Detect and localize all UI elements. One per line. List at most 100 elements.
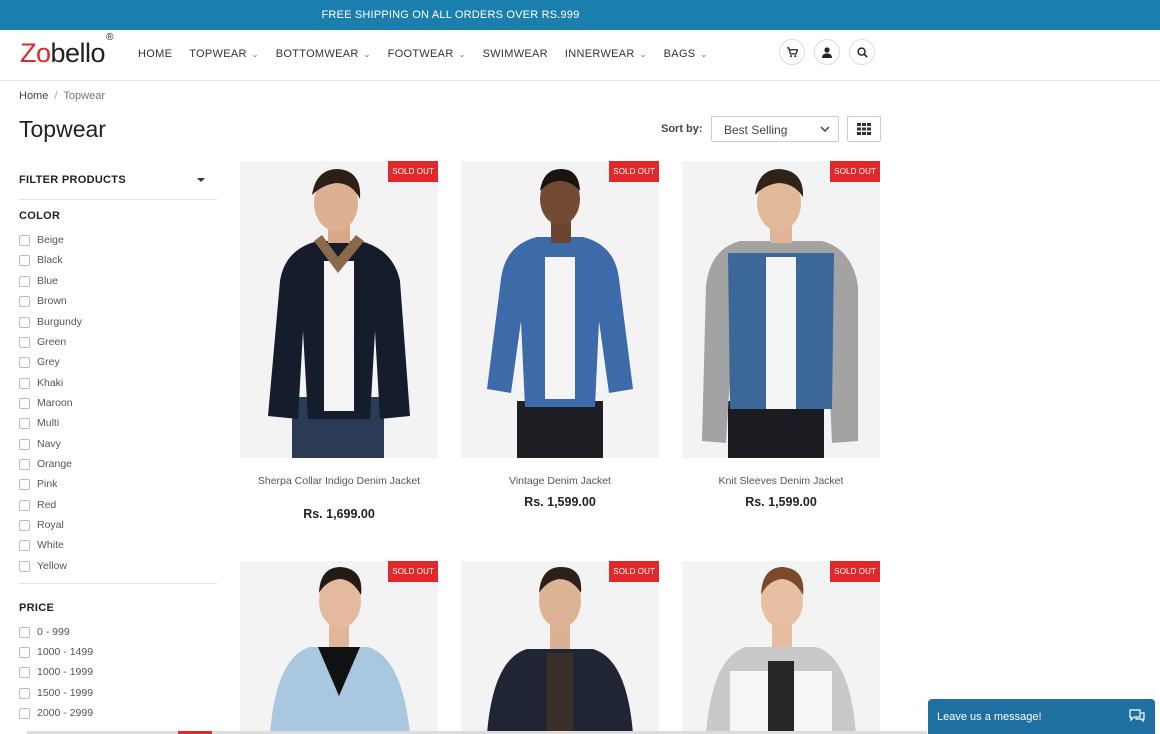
color-option-pink[interactable]: Pink	[19, 477, 57, 491]
divider	[19, 199, 217, 200]
color-filter-title: COLOR	[19, 210, 61, 222]
checkbox[interactable]	[19, 295, 30, 307]
user-icon	[822, 46, 832, 58]
color-option-yellow[interactable]: Yellow	[19, 559, 67, 573]
checkbox[interactable]	[19, 499, 30, 511]
option-label: Royal	[37, 519, 64, 531]
model-photo	[461, 161, 659, 458]
nav-label: INNERWEAR	[564, 48, 635, 60]
color-option-black[interactable]: Black	[19, 253, 63, 267]
checkbox[interactable]	[19, 666, 30, 678]
search-button[interactable]	[849, 39, 875, 65]
price-filter-title: PRICE	[19, 602, 55, 614]
price-option[interactable]: 1000 - 1999	[19, 665, 93, 679]
brand-logo[interactable]: Zobello®	[20, 32, 113, 69]
checkbox[interactable]	[19, 478, 30, 490]
color-option-maroon[interactable]: Maroon	[19, 396, 73, 410]
checkbox[interactable]	[19, 646, 30, 658]
model-photo	[682, 561, 880, 734]
price-option[interactable]: 1000 - 1499	[19, 645, 93, 659]
checkbox[interactable]	[19, 626, 30, 638]
caret-down-icon	[197, 178, 205, 182]
option-label: Khaki	[37, 377, 64, 389]
checkbox[interactable]	[19, 254, 30, 266]
sort-select[interactable]: Best Selling	[711, 116, 839, 142]
registered-mark: ®	[106, 32, 113, 43]
filter-heading: FILTER PRODUCTS	[19, 174, 126, 186]
product-image[interactable]: SOLD OUT	[682, 561, 880, 734]
product-price: Rs. 1,599.00	[745, 495, 817, 509]
color-option-orange[interactable]: Orange	[19, 457, 72, 471]
checkbox[interactable]	[19, 234, 30, 246]
color-option-beige[interactable]: Beige	[19, 233, 64, 247]
checkbox[interactable]	[19, 336, 30, 348]
option-label: Yellow	[37, 560, 67, 572]
price-option[interactable]: 0 - 999	[19, 625, 70, 639]
option-label: Burgundy	[37, 316, 82, 328]
product-card[interactable]: SOLD OUT	[682, 561, 880, 734]
checkbox[interactable]	[19, 417, 30, 429]
filter-products-toggle[interactable]: FILTER PRODUCTS	[19, 174, 217, 186]
option-label: 1500 - 1999	[37, 687, 94, 699]
checkbox[interactable]	[19, 356, 30, 368]
nav-label: BOTTOMWEAR	[275, 48, 359, 60]
product-card[interactable]: SOLD OUT Vintage Denim Jacket Rs. 1,599.…	[461, 161, 659, 511]
nav-footwear[interactable]: FOOTWEAR ⌄	[388, 48, 466, 60]
color-option-burgundy[interactable]: Burgundy	[19, 315, 82, 329]
nav-swimwear[interactable]: SWIMWEAR	[483, 48, 548, 60]
model-photo	[461, 561, 659, 734]
price-option[interactable]: 1500 - 1999	[19, 686, 93, 700]
product-image[interactable]: SOLD OUT	[461, 161, 659, 458]
color-option-grey[interactable]: Grey	[19, 355, 60, 369]
checkbox[interactable]	[19, 560, 30, 572]
nav-innerwear[interactable]: INNERWEAR ⌄	[565, 48, 647, 60]
color-option-white[interactable]: White	[19, 538, 64, 552]
option-label: Blue	[37, 275, 59, 287]
option-label: White	[37, 539, 64, 551]
sort-label: Sort by:	[661, 123, 703, 135]
checkbox[interactable]	[19, 707, 30, 719]
color-option-green[interactable]: Green	[19, 335, 66, 349]
breadcrumb-home[interactable]: Home	[19, 90, 48, 102]
checkbox[interactable]	[19, 316, 30, 328]
product-card[interactable]: SOLD OUT Sherpa Collar Indigo Denim Jack…	[240, 161, 438, 521]
nav-topwear[interactable]: TOPWEAR ⌄	[189, 48, 259, 60]
product-card[interactable]: SOLD OUT Knit Sleeves Denim Jacket Rs. 1…	[682, 161, 880, 511]
product-image[interactable]: SOLD OUT	[240, 561, 438, 734]
color-option-khaki[interactable]: Khaki	[19, 376, 63, 390]
page-title: Topwear	[19, 116, 106, 142]
color-option-blue[interactable]: Blue	[19, 274, 58, 288]
color-option-red[interactable]: Red	[19, 498, 56, 512]
product-image[interactable]: SOLD OUT	[682, 161, 880, 458]
grid-view-button[interactable]	[847, 116, 881, 142]
checkbox[interactable]	[19, 519, 30, 531]
color-option-brown[interactable]: Brown	[19, 294, 67, 308]
nav-home[interactable]: HOME	[138, 48, 172, 60]
checkbox[interactable]	[19, 438, 30, 450]
checkbox[interactable]	[19, 275, 30, 287]
price-option[interactable]: 2000 - 2999	[19, 706, 93, 720]
option-label: Green	[37, 336, 67, 348]
checkbox[interactable]	[19, 377, 30, 389]
product-card[interactable]: SOLD OUT	[240, 561, 438, 734]
product-image[interactable]: SOLD OUT	[240, 161, 438, 458]
option-label: Orange	[37, 458, 73, 470]
color-option-multi[interactable]: Multi	[19, 416, 59, 430]
color-option-royal[interactable]: Royal	[19, 518, 64, 532]
chat-widget[interactable]: Leave us a message!	[928, 699, 1155, 734]
product-name[interactable]: Sherpa Collar Indigo Denim Jacket	[255, 475, 423, 487]
checkbox[interactable]	[19, 687, 30, 699]
color-option-navy[interactable]: Navy	[19, 437, 61, 451]
product-name[interactable]: Knit Sleeves Denim Jacket	[697, 475, 865, 487]
checkbox[interactable]	[19, 539, 30, 551]
option-label: Grey	[37, 356, 60, 368]
checkbox[interactable]	[19, 397, 30, 409]
account-button[interactable]	[814, 39, 840, 65]
nav-bags[interactable]: BAGS ⌄	[664, 48, 708, 60]
product-image[interactable]: SOLD OUT	[461, 561, 659, 734]
checkbox[interactable]	[19, 458, 30, 470]
nav-bottomwear[interactable]: BOTTOMWEAR ⌄	[276, 48, 371, 60]
cart-button[interactable]	[779, 39, 805, 65]
product-name[interactable]: Vintage Denim Jacket	[476, 475, 644, 487]
product-card[interactable]: SOLD OUT	[461, 561, 659, 734]
